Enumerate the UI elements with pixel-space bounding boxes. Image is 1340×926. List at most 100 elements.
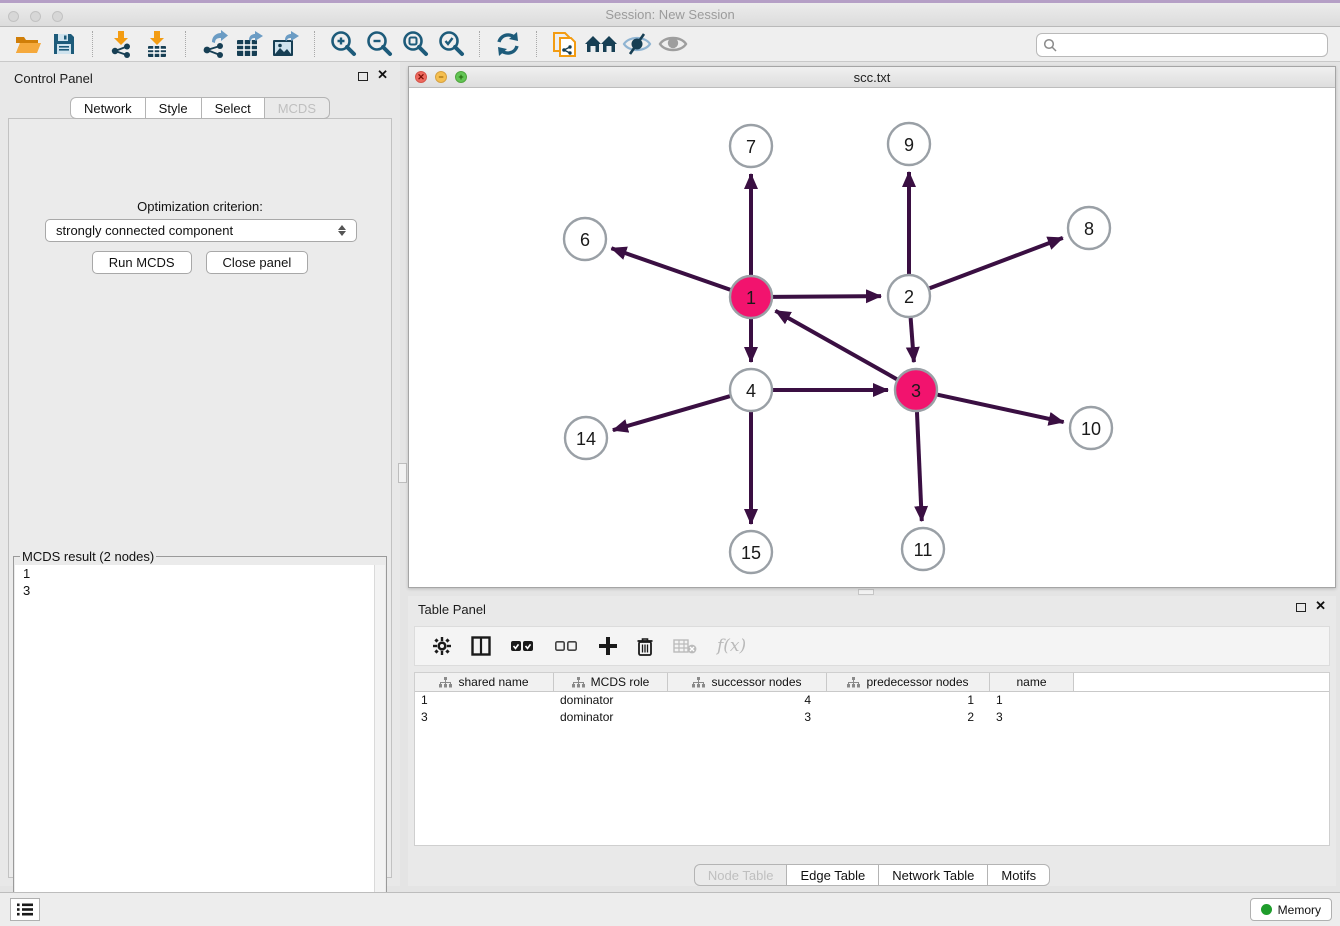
import-table-button[interactable] (139, 29, 175, 59)
delete-row-button[interactable] (637, 637, 653, 656)
table-tab-network-table[interactable]: Network Table (879, 864, 988, 886)
delete-table-button[interactable] (673, 638, 697, 654)
column-header-successor-nodes[interactable]: successor nodes (668, 673, 827, 692)
edge-2-3[interactable] (911, 318, 914, 362)
hide-selected-button[interactable] (619, 29, 655, 59)
node-2[interactable]: 2 (888, 275, 930, 317)
edge-1-6[interactable] (611, 248, 730, 290)
zoom-fit-button[interactable] (397, 29, 433, 59)
edge-3-1[interactable] (775, 311, 896, 379)
column-header-MCDS-role[interactable]: MCDS role (554, 673, 668, 692)
table-row[interactable]: 1dominator411 (415, 692, 1329, 709)
mcds-tab-content: Optimization criterion: strongly connect… (8, 118, 392, 878)
table-tab-node-table[interactable]: Node Table (694, 864, 788, 886)
edge-2-8[interactable] (930, 238, 1063, 288)
table-cell[interactable]: 1 (415, 692, 554, 709)
add-row-button[interactable] (599, 637, 617, 655)
select-all-button[interactable] (511, 640, 535, 652)
tab-style[interactable]: Style (146, 97, 202, 119)
horizontal-splitter-grip[interactable] (858, 589, 874, 595)
close-table-panel-icon[interactable]: ✕ (1315, 598, 1326, 614)
import-network-button[interactable] (103, 29, 139, 59)
edge-4-14[interactable] (613, 396, 730, 430)
column-header-name[interactable]: name (990, 673, 1074, 692)
zoom-out-button[interactable] (361, 29, 397, 59)
edge-1-2[interactable] (773, 296, 881, 297)
column-label: name (1016, 675, 1046, 689)
edge-3-11[interactable] (917, 412, 922, 521)
delete-table-icon (673, 638, 697, 654)
close-panel-icon[interactable]: ✕ (377, 67, 388, 83)
mcds-result-area[interactable]: 13 (15, 565, 385, 917)
node-label: 4 (746, 381, 756, 401)
node-3[interactable]: 3 (895, 369, 937, 411)
node-15[interactable]: 15 (730, 531, 772, 573)
tab-mcds[interactable]: MCDS (265, 97, 330, 119)
export-image-button[interactable] (268, 29, 304, 59)
zoom-selected-icon (437, 30, 465, 58)
export-table-button[interactable] (232, 29, 268, 59)
table-tab-edge-table[interactable]: Edge Table (787, 864, 879, 886)
task-history-button[interactable] (10, 898, 40, 921)
neighbors-button[interactable] (583, 29, 619, 59)
node-4[interactable]: 4 (730, 369, 772, 411)
node-7[interactable]: 7 (730, 125, 772, 167)
node-9[interactable]: 9 (888, 123, 930, 165)
save-floppy-icon (52, 32, 76, 56)
dropdown-arrows-icon (338, 225, 346, 236)
show-all-button[interactable] (655, 29, 691, 59)
zoom-selected-button[interactable] (433, 29, 469, 59)
refresh-button[interactable] (490, 29, 526, 59)
network-graph[interactable]: 7 9 6 8 1 2 4 3 14 10 15 11 (409, 88, 1335, 587)
node-table-rows: 1dominator4113dominator323 (415, 692, 1329, 726)
table-cell[interactable]: 3 (668, 709, 827, 726)
close-panel-button[interactable]: Close panel (206, 251, 309, 274)
edge-3-10[interactable] (937, 395, 1063, 422)
criterion-dropdown[interactable]: strongly connected component (45, 219, 357, 242)
table-panel-title: Table Panel (418, 602, 486, 617)
toggle-column-button[interactable] (471, 636, 491, 656)
export-network-button[interactable] (196, 29, 232, 59)
clone-network-button[interactable] (547, 29, 583, 59)
node-8[interactable]: 8 (1068, 207, 1110, 249)
memory-button[interactable]: Memory (1250, 898, 1332, 921)
table-cell[interactable]: dominator (554, 709, 668, 726)
deselect-all-button[interactable] (555, 640, 579, 652)
column-header-predecessor-nodes[interactable]: predecessor nodes (827, 673, 990, 692)
node-14[interactable]: 14 (565, 417, 607, 459)
zoom-in-icon (329, 30, 357, 58)
node-1[interactable]: 1 (730, 276, 772, 318)
result-scrollbar[interactable] (374, 565, 385, 917)
table-cell[interactable]: dominator (554, 692, 668, 709)
float-panel-icon[interactable] (358, 72, 368, 81)
refresh-icon (495, 31, 521, 57)
table-cell[interactable]: 4 (668, 692, 827, 709)
table-row[interactable]: 3dominator323 (415, 709, 1329, 726)
tab-select[interactable]: Select (202, 97, 265, 119)
search-input[interactable] (1061, 38, 1321, 52)
node-10[interactable]: 10 (1070, 407, 1112, 449)
node-label: 1 (746, 288, 756, 308)
table-cell[interactable]: 3 (990, 709, 1074, 726)
node-label: 10 (1081, 419, 1101, 439)
table-tab-motifs[interactable]: Motifs (988, 864, 1050, 886)
zoom-in-button[interactable] (325, 29, 361, 59)
column-header-shared-name[interactable]: shared name (415, 673, 554, 692)
vertical-splitter-grip[interactable] (398, 463, 407, 483)
table-cell[interactable]: 2 (827, 709, 990, 726)
table-settings-button[interactable] (433, 637, 451, 655)
node-6[interactable]: 6 (564, 218, 606, 260)
search-box[interactable] (1036, 33, 1328, 57)
table-cell[interactable]: 1 (990, 692, 1074, 709)
function-builder-button[interactable]: f(x) (717, 636, 746, 656)
save-session-button[interactable] (46, 29, 82, 59)
table-cell[interactable]: 1 (827, 692, 990, 709)
open-session-button[interactable] (10, 29, 46, 59)
float-table-panel-icon[interactable] (1296, 603, 1306, 612)
table-cell[interactable]: 3 (415, 709, 554, 726)
node-11[interactable]: 11 (902, 528, 944, 570)
table-cell-filler (1074, 692, 1329, 709)
tab-network[interactable]: Network (70, 97, 146, 119)
network-canvas[interactable]: 7 9 6 8 1 2 4 3 14 10 15 11 (409, 88, 1335, 587)
run-mcds-button[interactable]: Run MCDS (92, 251, 192, 274)
